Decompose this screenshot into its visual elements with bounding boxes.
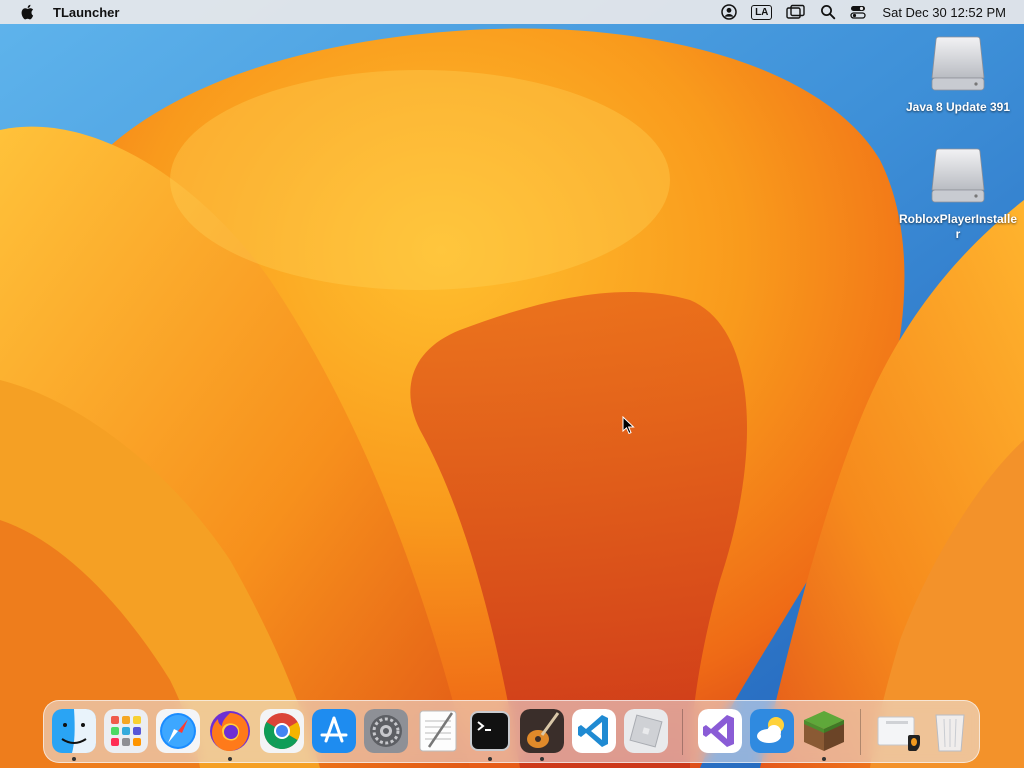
- spotlight-search-icon[interactable]: [820, 2, 836, 22]
- roblox-icon[interactable]: [624, 709, 668, 753]
- dock: [43, 700, 980, 763]
- menu-bar-clock[interactable]: Sat Dec 30 12:52 PM: [882, 5, 1006, 20]
- desktop-icon-label: RobloxPlayerInstaller: [898, 212, 1018, 241]
- visual-studio-icon[interactable]: [698, 709, 742, 753]
- running-indicator: [488, 757, 492, 761]
- disk-image-icon: [928, 146, 988, 210]
- running-indicator: [72, 757, 76, 761]
- system-settings-icon[interactable]: [364, 709, 408, 753]
- desktop-icon-java[interactable]: Java 8 Update 391: [898, 34, 1018, 115]
- desktop-icon-label: Java 8 Update 391: [905, 100, 1011, 114]
- running-indicator: [228, 757, 232, 761]
- user-account-icon[interactable]: [721, 2, 737, 22]
- running-indicator: [822, 757, 826, 761]
- garageband-icon[interactable]: [520, 709, 564, 753]
- active-app-menu[interactable]: TLauncher: [53, 5, 119, 20]
- dock-separator: [682, 709, 683, 755]
- input-source-label: LA: [751, 4, 773, 20]
- minecraft-icon[interactable]: [802, 709, 846, 753]
- running-indicator: [540, 757, 544, 761]
- apple-logo-icon[interactable]: [16, 4, 38, 20]
- mouse-pointer-icon: [622, 416, 635, 435]
- trash-icon[interactable]: [928, 709, 972, 753]
- desktop-wallpaper: [0, 0, 1024, 768]
- finder-icon[interactable]: [52, 709, 96, 753]
- downloads-stack-icon[interactable]: [876, 709, 920, 753]
- google-chrome-icon[interactable]: [260, 709, 304, 753]
- menu-bar: TLauncher LA Sat Dec 30 12:52 PM: [0, 0, 1024, 24]
- control-center-icon[interactable]: [850, 2, 867, 22]
- launchpad-icon[interactable]: [104, 709, 148, 753]
- disk-image-icon: [928, 34, 988, 98]
- visual-studio-code-icon[interactable]: [572, 709, 616, 753]
- screen-mirroring-icon[interactable]: [786, 2, 806, 22]
- weather-icon[interactable]: [750, 709, 794, 753]
- terminal-icon[interactable]: [468, 709, 512, 753]
- safari-icon[interactable]: [156, 709, 200, 753]
- app-store-icon[interactable]: [312, 709, 356, 753]
- desktop-icon-roblox-installer[interactable]: RobloxPlayerInstaller: [898, 146, 1018, 242]
- dock-separator: [860, 709, 861, 755]
- firefox-icon[interactable]: [208, 709, 252, 753]
- textedit-icon[interactable]: [416, 709, 460, 753]
- input-source-menu[interactable]: LA: [751, 2, 773, 22]
